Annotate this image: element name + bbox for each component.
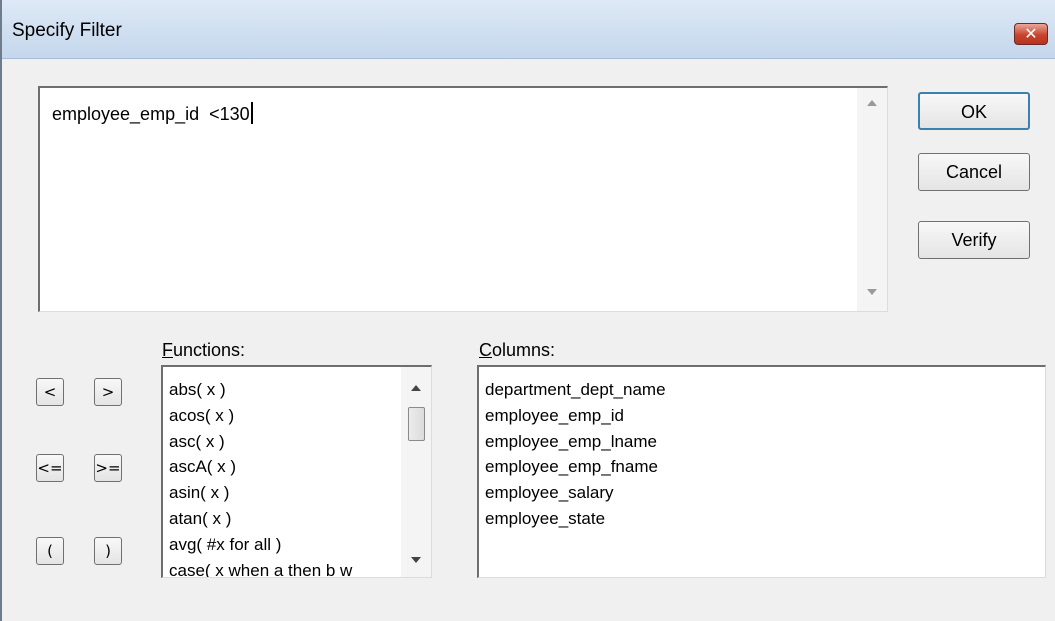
close-paren-button[interactable]: ) — [94, 537, 122, 565]
verify-button[interactable]: Verify — [918, 221, 1030, 259]
functions-list[interactable]: abs( x ) acos( x ) asc( x ) ascA( x ) as… — [161, 365, 432, 578]
scrollbar-thumb[interactable] — [408, 407, 425, 441]
function-item[interactable]: asc( x ) — [169, 429, 405, 455]
columns-list[interactable]: department_dept_name employee_emp_id emp… — [477, 365, 1046, 578]
column-item[interactable]: employee_emp_id — [485, 403, 666, 429]
functions-scrollbar[interactable] — [401, 367, 431, 577]
function-item[interactable]: avg( #x for all ) — [169, 532, 405, 558]
filter-scrollbar[interactable] — [857, 88, 887, 311]
open-paren-button[interactable]: ( — [36, 537, 64, 565]
function-item[interactable]: asin( x ) — [169, 480, 405, 506]
greater-or-equal-button[interactable]: >= — [94, 454, 122, 482]
title-bar[interactable]: Specify Filter ✕ — [2, 0, 1055, 59]
column-item[interactable]: employee_state — [485, 506, 666, 532]
ok-button[interactable]: OK — [918, 92, 1030, 130]
function-item[interactable]: case( x when a then b w — [169, 558, 405, 577]
function-item[interactable]: abs( x ) — [169, 377, 405, 403]
filter-expression-text: employee_emp_id <130 — [52, 102, 253, 125]
close-button[interactable]: ✕ — [1014, 23, 1048, 45]
less-or-equal-button[interactable]: <= — [36, 454, 64, 482]
chevron-up-icon[interactable] — [867, 100, 877, 106]
chevron-down-icon[interactable] — [867, 289, 877, 295]
greater-than-button[interactable]: > — [94, 378, 122, 406]
function-item[interactable]: acos( x ) — [169, 403, 405, 429]
column-item[interactable]: employee_emp_fname — [485, 454, 666, 480]
columns-label: Columns: — [479, 340, 556, 360]
specify-filter-dialog: Specify Filter ✕ employee_emp_id <130 OK… — [0, 0, 1055, 621]
functions-label: Functions: — [162, 340, 246, 360]
window-title: Specify Filter — [12, 20, 122, 41]
column-item[interactable]: department_dept_name — [485, 377, 666, 403]
column-item[interactable]: employee_salary — [485, 480, 666, 506]
chevron-down-icon[interactable] — [411, 557, 421, 563]
function-item[interactable]: atan( x ) — [169, 506, 405, 532]
close-icon: ✕ — [1024, 24, 1038, 43]
text-caret — [250, 102, 253, 124]
function-item[interactable]: ascA( x ) — [169, 454, 405, 480]
chevron-up-icon[interactable] — [411, 385, 421, 391]
filter-expression-input[interactable]: employee_emp_id <130 — [38, 86, 888, 312]
column-item[interactable]: employee_emp_lname — [485, 429, 666, 455]
less-than-button[interactable]: < — [36, 378, 64, 406]
cancel-button[interactable]: Cancel — [918, 153, 1030, 191]
